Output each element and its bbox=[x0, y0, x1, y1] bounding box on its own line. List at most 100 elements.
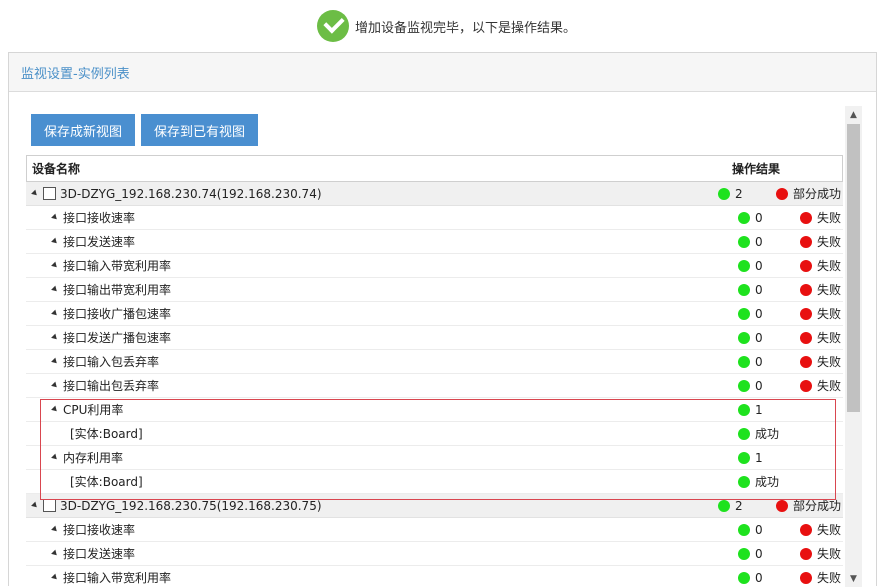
expand-triangle-icon[interactable] bbox=[51, 525, 59, 534]
expand-triangle-icon[interactable] bbox=[51, 573, 59, 582]
expand-triangle-icon[interactable] bbox=[51, 549, 59, 558]
count-value: 0 bbox=[755, 210, 763, 225]
expand-triangle-icon[interactable] bbox=[51, 357, 59, 366]
table-header: 设备名称 操作结果 bbox=[26, 155, 843, 182]
result-status: 失败 bbox=[800, 377, 841, 394]
success-count: 2 bbox=[718, 187, 743, 201]
metric-row[interactable]: 接口发送速率 0 失败 bbox=[26, 542, 843, 566]
success-count: 0 bbox=[738, 235, 763, 249]
result-status: 失败 bbox=[800, 281, 841, 298]
count-value: 0 bbox=[755, 234, 763, 249]
instance-row[interactable]: [实体:Board] 成功 bbox=[26, 470, 843, 494]
row-name-cell: [实体:Board] bbox=[26, 425, 843, 442]
status-text: 失败 bbox=[817, 379, 842, 393]
green-dot-icon bbox=[738, 403, 750, 416]
row-label: [实体:Board] bbox=[70, 427, 143, 441]
expand-triangle-icon[interactable] bbox=[51, 453, 59, 462]
green-dot-icon bbox=[738, 211, 750, 224]
result-status: 失败 bbox=[800, 353, 841, 370]
success-count: 0 bbox=[738, 307, 763, 321]
success-count: 1 bbox=[738, 451, 763, 465]
row-label: 接口输入带宽利用率 bbox=[63, 571, 172, 585]
count-value: 2 bbox=[735, 186, 743, 201]
expand-triangle-icon[interactable] bbox=[51, 381, 59, 390]
success-count: 0 bbox=[738, 211, 763, 225]
metric-row[interactable]: 接口接收速率 0 失败 bbox=[26, 206, 843, 230]
result-status: 失败 bbox=[800, 257, 841, 274]
expand-triangle-icon[interactable] bbox=[51, 261, 59, 270]
metric-row[interactable]: 接口输出包丢弃率 0 失败 bbox=[26, 374, 843, 398]
count-value: 0 bbox=[755, 570, 763, 585]
banner-message: 增加设备监视完毕，以下是操作结果。 bbox=[354, 20, 576, 36]
expand-triangle-icon[interactable] bbox=[51, 237, 59, 246]
metric-row[interactable]: 接口接收速率 0 失败 bbox=[26, 518, 843, 542]
scroll-down-arrow-icon[interactable]: ▼ bbox=[845, 570, 862, 587]
metric-row[interactable]: 接口输出带宽利用率 0 失败 bbox=[26, 278, 843, 302]
count-value: 0 bbox=[755, 546, 763, 561]
red-dot-icon bbox=[800, 211, 812, 224]
scroll-thumb[interactable] bbox=[847, 124, 860, 412]
row-name-cell: 接口输入包丢弃率 bbox=[26, 353, 843, 370]
green-dot-icon bbox=[738, 307, 750, 320]
result-status: 失败 bbox=[800, 329, 841, 346]
status-text: 部分成功 bbox=[793, 499, 842, 513]
device-row[interactable]: 3D-DZYG_192.168.230.75(192.168.230.75) 2 部… bbox=[26, 494, 843, 518]
metric-row[interactable]: 内存利用率 1 bbox=[26, 446, 843, 470]
save-new-view-button[interactable]: 保存成新视图 bbox=[31, 114, 135, 146]
row-label: 接口输出包丢弃率 bbox=[63, 379, 160, 393]
metric-row[interactable]: 接口发送速率 0 失败 bbox=[26, 230, 843, 254]
count-value: 0 bbox=[755, 354, 763, 369]
status-text: 失败 bbox=[817, 547, 842, 561]
count-value: 0 bbox=[755, 522, 763, 537]
result-status: 失败 bbox=[800, 545, 841, 562]
expand-triangle-icon[interactable] bbox=[51, 213, 59, 222]
expand-triangle-icon[interactable] bbox=[51, 309, 59, 318]
success-count: 0 bbox=[738, 547, 763, 561]
row-label: 接口输出带宽利用率 bbox=[63, 283, 172, 297]
device-row[interactable]: 3D-DZYG_192.168.230.74(192.168.230.74) 2 部… bbox=[26, 182, 843, 206]
vertical-scrollbar[interactable]: ▲ ▼ bbox=[845, 106, 862, 587]
count-value: 0 bbox=[755, 378, 763, 393]
row-name-cell: [实体:Board] bbox=[26, 473, 843, 490]
save-existing-view-button[interactable]: 保存到已有视图 bbox=[141, 114, 258, 146]
expand-triangle-icon[interactable] bbox=[51, 333, 59, 342]
count-value: 0 bbox=[755, 282, 763, 297]
device-checkbox[interactable] bbox=[43, 499, 56, 512]
green-dot-icon bbox=[738, 259, 750, 272]
metric-row[interactable]: 接口输入带宽利用率 0 失败 bbox=[26, 566, 843, 587]
expand-triangle-icon[interactable] bbox=[31, 189, 39, 198]
metric-row[interactable]: 接口接收广播包速率 0 失败 bbox=[26, 302, 843, 326]
green-dot-icon bbox=[718, 499, 730, 512]
device-checkbox[interactable] bbox=[43, 187, 56, 200]
expand-triangle-icon[interactable] bbox=[31, 501, 39, 510]
count-value: 0 bbox=[755, 258, 763, 273]
row-name-cell: 接口输入带宽利用率 bbox=[26, 257, 843, 274]
success-count: 2 bbox=[718, 499, 743, 513]
scroll-up-arrow-icon[interactable]: ▲ bbox=[845, 106, 862, 123]
row-name-cell: 接口发送速率 bbox=[26, 233, 843, 250]
green-dot-icon bbox=[738, 355, 750, 368]
metric-row[interactable]: 接口发送广播包速率 0 失败 bbox=[26, 326, 843, 350]
metric-row[interactable]: 接口输入包丢弃率 0 失败 bbox=[26, 350, 843, 374]
result-status: 失败 bbox=[800, 521, 841, 538]
result-status: 失败 bbox=[800, 233, 841, 250]
metric-row[interactable]: CPU利用率 1 bbox=[26, 398, 843, 422]
result-status: 失败 bbox=[800, 569, 841, 586]
status-text: 失败 bbox=[817, 331, 842, 345]
success-count: 0 bbox=[738, 283, 763, 297]
expand-triangle-icon[interactable] bbox=[51, 405, 59, 414]
metric-row[interactable]: 接口输入带宽利用率 0 失败 bbox=[26, 254, 843, 278]
result-status: 成功 bbox=[738, 425, 779, 442]
row-label: 接口发送广播包速率 bbox=[63, 331, 172, 345]
status-text: 失败 bbox=[817, 523, 842, 537]
row-label: 接口发送速率 bbox=[63, 235, 136, 249]
status-text: 失败 bbox=[817, 235, 842, 249]
row-label: 3D-DZYG_192.168.230.75(192.168.230.75) bbox=[60, 498, 322, 513]
expand-triangle-icon[interactable] bbox=[51, 285, 59, 294]
red-dot-icon bbox=[800, 355, 812, 368]
row-name-cell: 接口发送广播包速率 bbox=[26, 329, 843, 346]
column-header-name: 设备名称 bbox=[32, 162, 81, 176]
red-dot-icon bbox=[800, 331, 812, 344]
instance-row[interactable]: [实体:Board] 成功 bbox=[26, 422, 843, 446]
success-count: 0 bbox=[738, 379, 763, 393]
